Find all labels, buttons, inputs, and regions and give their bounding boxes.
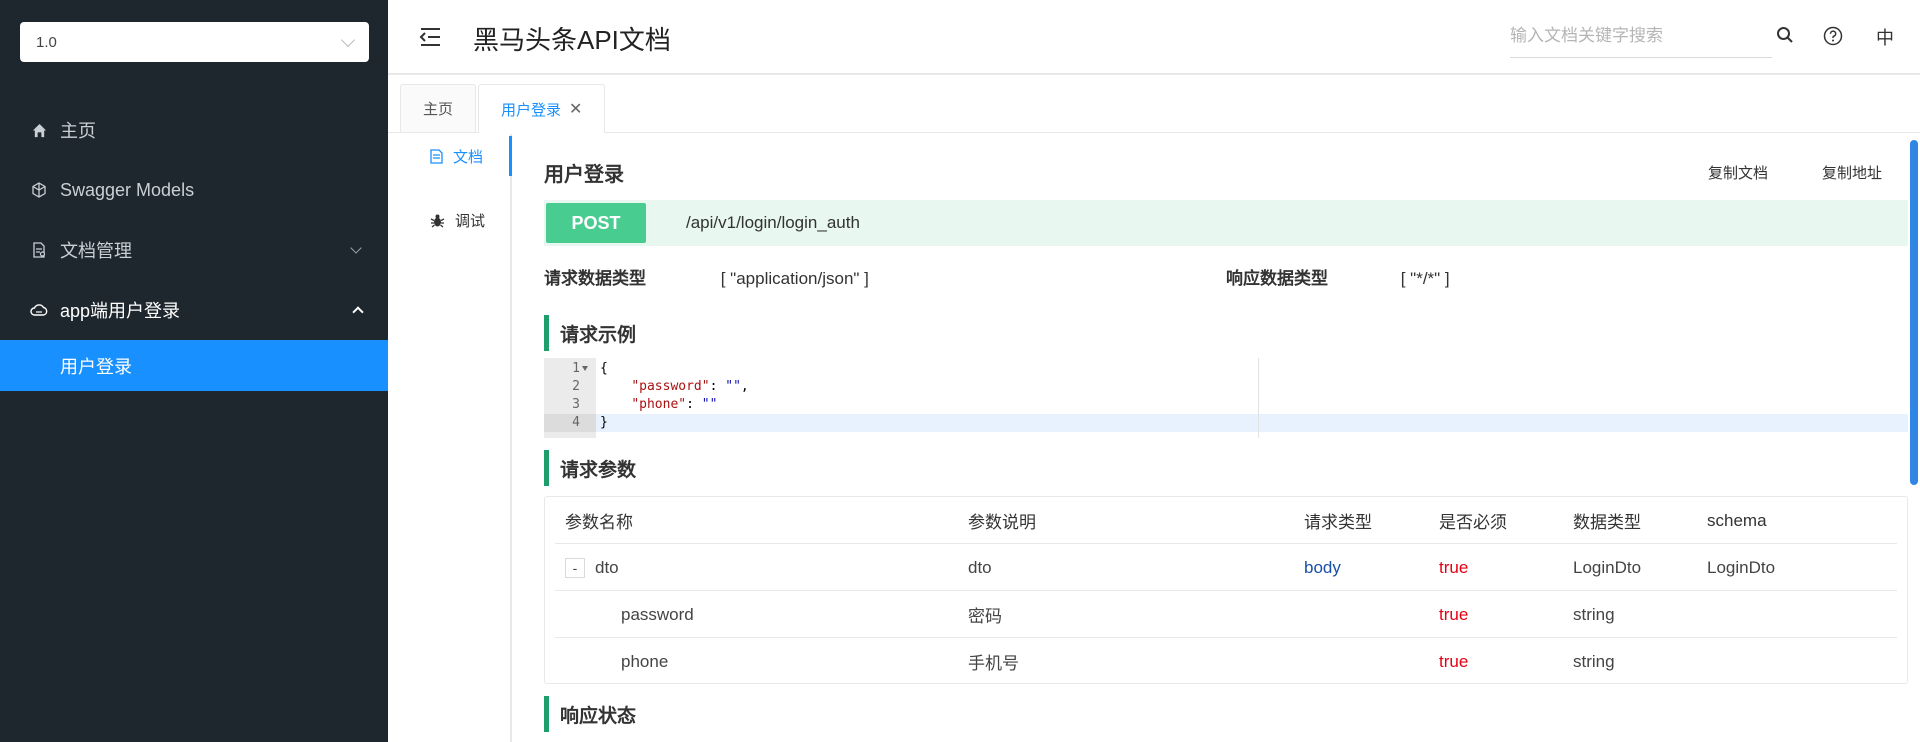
sidebar-item-app-login[interactable]: app端用户登录: [0, 280, 388, 340]
cloud-icon: [30, 301, 48, 319]
request-content-type: 请求数据类型 [ "application/json" ]: [544, 264, 869, 289]
sidebar-item-home[interactable]: 主页: [0, 100, 388, 160]
bug-icon: [430, 213, 445, 228]
home-icon: [30, 121, 48, 139]
table-row: phone 手机号 true string: [555, 638, 1897, 685]
endpoint-path: /api/v1/login/login_auth: [686, 213, 860, 232]
document-icon: [430, 148, 443, 164]
tab-bar: 主页 用户登录 ✕: [388, 77, 1920, 133]
search-field[interactable]: [1510, 20, 1772, 58]
docnav-doc[interactable]: 文档: [388, 136, 512, 176]
chevron-down-icon: [340, 32, 356, 47]
table-row: - dto dto body true LoginDto LoginDto: [555, 544, 1897, 591]
api-doc-content: 用户登录 复制文档 复制地址 POST /api/v1/login/login_…: [544, 134, 1908, 742]
param-desc: 手机号: [968, 654, 1019, 673]
table-row: password 密码 true string: [555, 591, 1897, 638]
vertical-scrollbar[interactable]: [1910, 140, 1918, 485]
response-content-type: 响应数据类型 [ "*/*" ]: [1226, 264, 1450, 289]
column-header: 是否必须: [1439, 513, 1507, 532]
code-line: 3 "phone": "": [572, 397, 718, 412]
param-required: true: [1439, 651, 1469, 671]
param-desc: dto: [968, 557, 992, 577]
code-line-current: 4 }: [544, 414, 1908, 432]
doc-side-nav: 文档 调试: [388, 134, 512, 742]
sidebar-item-swagger-models[interactable]: Swagger Models: [0, 160, 388, 220]
top-header: 黑马头条API文档 中: [388, 0, 1920, 75]
docnav-debug[interactable]: 调试: [388, 200, 512, 240]
search-input[interactable]: [1510, 26, 1772, 46]
version-select[interactable]: 1.0: [20, 22, 369, 62]
column-header: 参数说明: [968, 513, 1036, 532]
column-header: 参数名称: [565, 513, 633, 532]
code-line: 2 "password": "",: [572, 379, 749, 394]
section-request-example: 请求示例: [544, 315, 636, 351]
param-type: string: [1573, 604, 1615, 624]
params-table: 参数名称 参数说明 请求类型 是否必须 数据类型 schema - dto dt…: [544, 496, 1908, 684]
tab-label: 用户登录: [501, 101, 562, 119]
param-required: true: [1439, 557, 1469, 577]
sidebar-subitem-user-login[interactable]: 用户登录: [0, 340, 388, 391]
version-value: 1.0: [36, 33, 57, 51]
collapse-toggle[interactable]: -: [565, 557, 585, 578]
meta-label: 响应数据类型: [1226, 269, 1328, 288]
meta-value: [ "*/*" ]: [1400, 269, 1450, 288]
endpoint-bar: POST /api/v1/login/login_auth: [544, 200, 1908, 246]
meta-value: [ "application/json" ]: [720, 269, 869, 288]
code-line: 1 {: [572, 361, 608, 376]
language-switch[interactable]: 中: [1876, 24, 1894, 50]
api-title: 用户登录: [544, 164, 624, 186]
copy-doc-button[interactable]: 复制文档: [1708, 162, 1768, 183]
menu-fold-icon[interactable]: [418, 27, 442, 47]
sidebar-item-label: 主页: [60, 121, 96, 141]
tab-label: 主页: [423, 101, 454, 118]
models-icon: [30, 181, 48, 199]
param-name: phone: [621, 651, 669, 671]
page-title: 黑马头条API文档: [473, 25, 671, 55]
code-editor[interactable]: 1 { 2 "password": "", 3 "phone": "" 4 }: [544, 358, 1908, 438]
tab-user-login[interactable]: 用户登录 ✕: [478, 84, 606, 133]
sidebar-menu: 主页 Swagger Models 文档管理 app端用户登录 用户登录: [0, 100, 388, 391]
param-desc: 密码: [968, 607, 1002, 626]
fold-arrow-icon[interactable]: [582, 366, 588, 371]
method-badge: POST: [546, 203, 646, 243]
copy-address-button[interactable]: 复制地址: [1822, 162, 1882, 183]
search-icon[interactable]: [1774, 24, 1796, 46]
column-header: schema: [1707, 510, 1767, 530]
param-type: string: [1573, 651, 1615, 671]
param-in: body: [1304, 557, 1341, 577]
app-root: 1.0 主页 Swagger Models 文档管理 app端用户登录 用户登录…: [0, 0, 1920, 742]
sidebar-item-doc-manage[interactable]: 文档管理: [0, 220, 388, 280]
param-schema: LoginDto: [1707, 557, 1776, 577]
sidebar: 1.0 主页 Swagger Models 文档管理 app端用户登录 用户登录: [0, 0, 388, 742]
docnav-label: 文档: [453, 148, 484, 166]
docnav-label: 调试: [455, 212, 486, 230]
section-response-status: 响应状态: [544, 696, 636, 732]
help-icon[interactable]: [1822, 25, 1844, 47]
chevron-down-icon: [350, 242, 362, 254]
sidebar-subitem-label: 用户登录: [60, 356, 132, 377]
param-name: password: [621, 604, 694, 624]
chevron-up-icon: [352, 306, 364, 318]
param-required: true: [1439, 604, 1469, 624]
column-header: 数据类型: [1573, 513, 1641, 532]
param-type: LoginDto: [1573, 557, 1642, 577]
sidebar-item-label: Swagger Models: [60, 179, 195, 200]
print-margin: [1258, 358, 1259, 438]
close-icon[interactable]: ✕: [569, 99, 582, 119]
doc-manage-icon: [30, 241, 48, 259]
table-header-row: 参数名称 参数说明 请求类型 是否必须 数据类型 schema: [555, 497, 1897, 544]
sidebar-item-label: app端用户登录: [60, 301, 181, 321]
tab-home[interactable]: 主页: [400, 84, 477, 132]
sidebar-item-label: 文档管理: [60, 241, 132, 261]
param-name-cell: - dto: [565, 544, 619, 591]
column-header: 请求类型: [1304, 513, 1372, 532]
meta-label: 请求数据类型: [544, 269, 646, 288]
section-request-params: 请求参数: [544, 450, 636, 486]
